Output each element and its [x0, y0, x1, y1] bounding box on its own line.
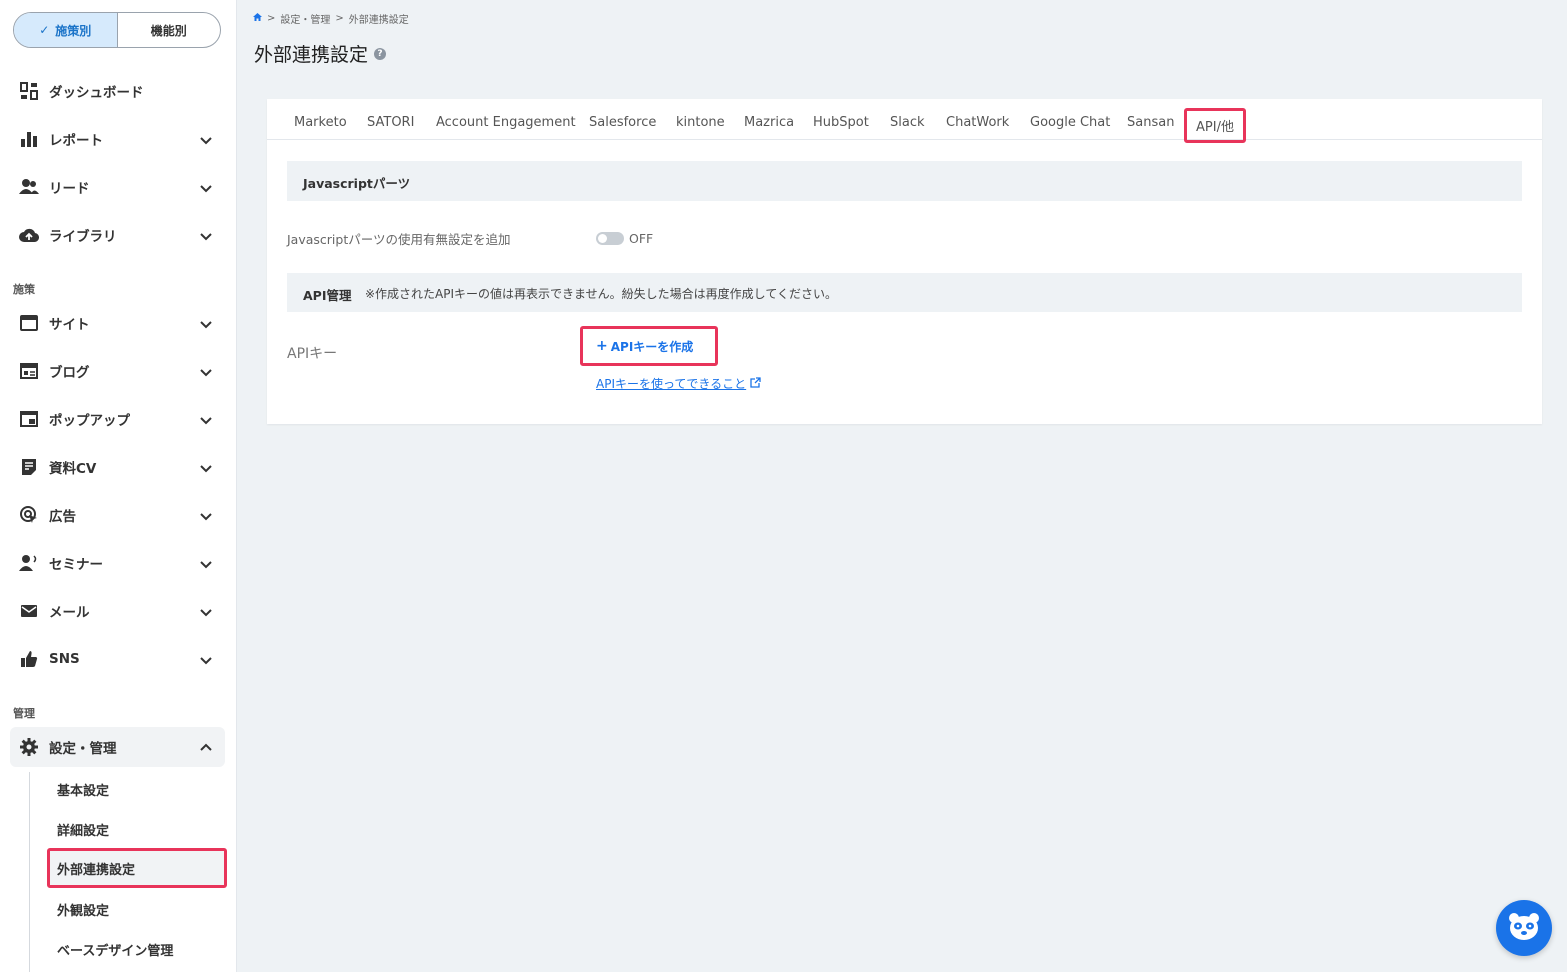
- cloud-upload-icon: [19, 225, 39, 245]
- api-management-title: API管理: [303, 288, 352, 303]
- tab-hubspot[interactable]: HubSpot: [813, 115, 869, 130]
- javascript-setting-label: Javascriptパーツの使用有無設定を追加: [287, 232, 511, 247]
- javascript-parts-header: Javascriptパーツ: [287, 161, 1522, 201]
- api-key-help-link[interactable]: APIキーを使ってできること: [596, 375, 761, 392]
- breadcrumb-item-current: 外部連携設定: [348, 15, 409, 26]
- sidebar-item-popup[interactable]: ポップアップ: [10, 399, 225, 439]
- home-icon[interactable]: [253, 13, 262, 24]
- sidebar-item-dashboard[interactable]: ダッシュボード: [10, 71, 225, 111]
- sidebar-subitem-appearance-settings[interactable]: 外観設定: [47, 890, 227, 928]
- submenu-guide-line: [29, 772, 30, 972]
- breadcrumb-item-settings[interactable]: 設定・管理: [280, 11, 330, 26]
- api-key-label: APIキー: [287, 346, 338, 362]
- tab-slack[interactable]: Slack: [890, 115, 925, 130]
- breadcrumb: > 設定・管理 > 外部連携設定: [253, 11, 409, 26]
- integration-tabs: Marketo SATORI Account Engagement Salesf…: [267, 99, 1542, 143]
- sidebar-item-library[interactable]: ライブラリ: [10, 215, 225, 255]
- page-title: 外部連携設定: [254, 44, 369, 66]
- tab-satori[interactable]: SATORI: [367, 115, 414, 130]
- breadcrumb-separator: >: [267, 13, 276, 24]
- api-management-header: API管理 ※作成されたAPIキーの値は再表示できません。紛失した場合は再度作成…: [287, 273, 1522, 312]
- chevron-down-icon: [199, 180, 213, 194]
- javascript-toggle[interactable]: [596, 232, 624, 245]
- create-api-key-button[interactable]: + APIキーを作成: [580, 326, 718, 366]
- javascript-parts-title: Javascriptパーツ: [303, 176, 411, 191]
- chevron-down-icon: [199, 556, 213, 570]
- toggle-state: OFF: [629, 231, 654, 246]
- chevron-down-icon: [199, 132, 213, 146]
- sidebar-subitem-basic-settings[interactable]: 基本設定: [47, 770, 227, 808]
- people-icon: [19, 177, 39, 197]
- bear-mascot-icon: [1507, 911, 1541, 945]
- sidebar-item-seminar[interactable]: セミナー: [10, 543, 225, 583]
- toggle-knob: [598, 234, 607, 243]
- gear-icon: [19, 737, 39, 757]
- page-title-wrap: 外部連携設定 ?: [254, 40, 387, 67]
- tab-marketo[interactable]: Marketo: [294, 115, 347, 130]
- chevron-down-icon: [199, 652, 213, 666]
- chevron-down-icon: [199, 460, 213, 474]
- popup-icon: [19, 409, 39, 429]
- thumbs-up-icon: [19, 649, 39, 669]
- sidebar-item-document-cv[interactable]: 資料CV: [10, 447, 225, 487]
- api-management-note: ※作成されたAPIキーの値は再表示できません。紛失した場合は再度作成してください…: [365, 287, 837, 301]
- bar-chart-icon: [19, 129, 39, 149]
- dashboard-icon: [19, 81, 39, 101]
- check-icon: ✓: [39, 23, 50, 37]
- chevron-down-icon: [199, 364, 213, 378]
- sidebar-subitem-detail-settings[interactable]: 詳細設定: [47, 810, 227, 848]
- sidebar-item-lead[interactable]: リード: [10, 167, 225, 207]
- section-label-measures: 施策: [13, 283, 35, 296]
- sidebar-item-sns[interactable]: SNS: [10, 639, 225, 679]
- chevron-up-icon: [199, 740, 213, 754]
- sidebar-item-blog[interactable]: ブログ: [10, 351, 225, 391]
- breadcrumb-separator: >: [335, 13, 344, 24]
- target-cursor-icon: [19, 505, 39, 525]
- chevron-down-icon: [199, 316, 213, 330]
- blog-icon: [19, 361, 39, 381]
- sidebar-item-report[interactable]: レポート: [10, 119, 225, 159]
- view-toggle: ✓ 施策別 機能別: [13, 12, 221, 48]
- tab-salesforce[interactable]: Salesforce: [589, 115, 656, 130]
- chevron-down-icon: [199, 508, 213, 522]
- sidebar-subitem-integration-settings[interactable]: 外部連携設定: [47, 848, 227, 888]
- sidebar-item-mail[interactable]: メール: [10, 591, 225, 631]
- browser-icon: [19, 313, 39, 333]
- section-label-admin: 管理: [13, 707, 35, 720]
- chevron-down-icon: [199, 412, 213, 426]
- sidebar: ✓ 施策別 機能別 ダッシュボード レポート リード ライブラリ 施策 サイト …: [0, 0, 237, 972]
- tab-mazrica[interactable]: Mazrica: [744, 115, 794, 130]
- help-icon[interactable]: ?: [374, 47, 387, 60]
- tab-sansan[interactable]: Sansan: [1127, 115, 1174, 130]
- sidebar-item-ads[interactable]: 広告: [10, 495, 225, 535]
- tab-api-other[interactable]: API/他: [1184, 108, 1246, 143]
- tab-chatwork[interactable]: ChatWork: [946, 115, 1009, 130]
- sidebar-item-settings[interactable]: 設定・管理: [10, 727, 225, 767]
- view-toggle-by-feature[interactable]: 機能別: [118, 13, 221, 47]
- speaker-icon: [19, 553, 39, 573]
- tab-account-engagement[interactable]: Account Engagement: [436, 115, 576, 130]
- sidebar-subitem-base-design[interactable]: ベースデザイン管理: [47, 930, 227, 968]
- plus-icon: +: [596, 338, 608, 354]
- tab-google-chat[interactable]: Google Chat: [1030, 115, 1110, 130]
- sidebar-item-site[interactable]: サイト: [10, 303, 225, 343]
- document-icon: [19, 457, 39, 477]
- settings-card: Marketo SATORI Account Engagement Salesf…: [267, 99, 1542, 424]
- view-toggle-by-measure[interactable]: ✓ 施策別: [14, 13, 118, 47]
- external-link-icon: [750, 376, 761, 391]
- chevron-down-icon: [199, 604, 213, 618]
- assistant-chat-button[interactable]: [1496, 900, 1552, 956]
- chevron-down-icon: [199, 228, 213, 242]
- mail-icon: [19, 601, 39, 621]
- tab-kintone[interactable]: kintone: [676, 115, 725, 130]
